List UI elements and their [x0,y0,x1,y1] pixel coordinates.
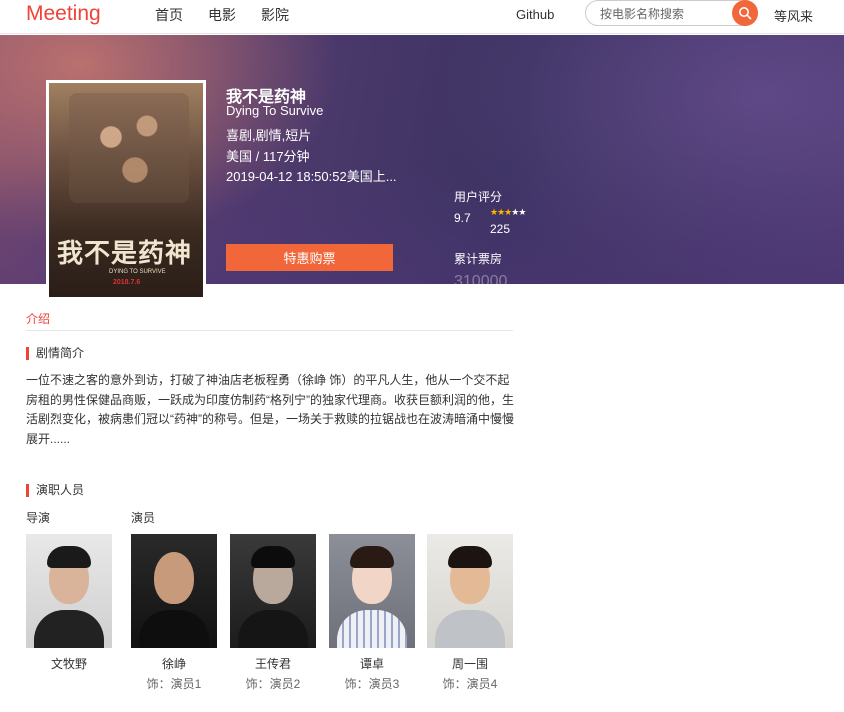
cast-heading: 演职人员 [26,484,84,497]
cast-photo [427,534,513,648]
search-box [585,0,758,26]
movie-country-duration: 美国 / 117分钟 [226,149,310,164]
movie-title-en: Dying To Survive [226,103,324,118]
tab-divider [26,330,513,331]
plot-heading: 剧情简介 [26,347,84,360]
cast-name: 徐峥 [161,657,186,671]
cast-role: 饰：演员4 [442,677,498,691]
actor-label: 演员 [131,511,156,525]
buy-ticket-button[interactable]: 特惠购票 [226,244,393,271]
rating-score: 9.7 [454,211,471,225]
box-office-label: 累计票房 [454,252,503,266]
poster-date: 2018.7.6 [113,279,141,286]
cast-name: 文牧野 [50,657,87,671]
movie-genres: 喜剧,剧情,短片 [226,128,312,143]
cast-role: 饰：演员1 [146,677,202,691]
cast-photo [329,534,415,648]
tab-intro[interactable]: 介绍 [26,310,50,327]
cast-card-actor-3[interactable]: 谭卓 饰：演员3 [329,534,415,692]
movie-poster: 我不是药神 DYING TO SURVIVE 2018.7.6 [46,80,206,300]
nav-movies[interactable]: 电影 [208,5,236,25]
cast-role: 饰：演员2 [245,677,301,691]
search-button[interactable] [732,0,758,26]
movie-release: 2019-04-12 18:50:52美国上... [226,169,397,184]
plot-text: 一位不速之客的意外到访，打破了神油店老板程勇（徐峥 饰）的平凡人生，他从一个交不… [26,373,514,446]
cast-card-actor-2[interactable]: 王传君 饰：演员2 [230,534,316,692]
cast-photo [230,534,316,648]
rating-label: 用户评分 [454,190,503,204]
search-icon [739,7,752,20]
cast-card-director[interactable]: 文牧野 [26,534,112,672]
star-icon: ★ [518,207,526,217]
director-label: 导演 [26,511,51,525]
cast-name: 谭卓 [359,657,384,671]
cast-role: 饰：演员3 [344,677,400,691]
box-office-value: 310000 [454,274,508,284]
cast-name: 王传君 [254,657,291,671]
nav-cinemas[interactable]: 影院 [261,5,289,25]
cast-card-actor-4[interactable]: 周一围 饰：演员4 [427,534,513,692]
rating-count: 225 [490,222,511,236]
site-logo[interactable]: Meeting [26,2,101,26]
nav-home[interactable]: 首页 [155,5,183,25]
top-navbar: Meeting 首页 电影 影院 Github 等风来 [0,0,844,34]
cast-name: 周一围 [451,657,488,671]
user-name[interactable]: 等风来 [774,6,813,25]
cast-card-actor-1[interactable]: 徐峥 饰：演员1 [131,534,217,692]
search-input[interactable] [600,5,730,22]
cast-photo [131,534,217,648]
rating-stars: ★★★★★ [490,207,526,218]
poster-title: 我不是药神 [57,239,193,269]
poster-subtitle: DYING TO SURVIVE [109,269,166,275]
github-link[interactable]: Github [516,7,554,22]
cast-photo [26,534,112,648]
